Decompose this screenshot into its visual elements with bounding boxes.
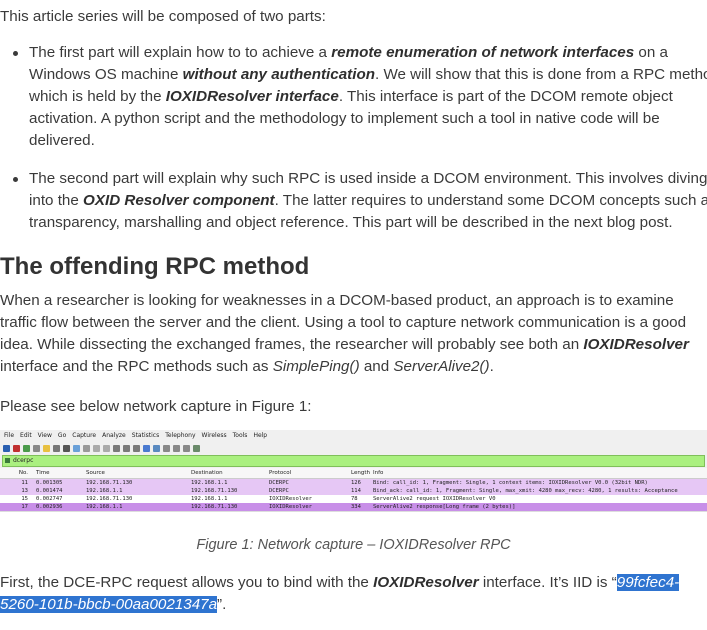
- method-serveralive2: ServerAlive2(): [393, 358, 490, 375]
- reload-icon: [73, 444, 80, 452]
- table-row: 13 0.001474 192.168.1.1 192.168.71.130 DCERP…: [0, 487, 707, 495]
- column-header: Protocol: [269, 470, 292, 476]
- capture-menu-item: Go: [57, 432, 67, 439]
- capture-menubar: File Edit View Go Capture Analyze Statistics Te…: [0, 430, 707, 442]
- network-capture-image: File Edit View Go Capture Analyze Statistics Te…: [0, 430, 707, 522]
- resize-columns-icon: [193, 444, 200, 452]
- shark-fin-icon: [3, 444, 10, 452]
- capture-menu-item: Help: [253, 432, 268, 439]
- bind-paragraph: First, the DCE-RPC request allows you to…: [0, 574, 680, 613]
- column-header: Info: [373, 470, 384, 476]
- column-header: Time: [36, 470, 50, 476]
- emphasis-remote-enumeration: remote enumeration of network interfaces: [331, 44, 635, 61]
- emphasis-without-authentication: without any authentication: [182, 66, 375, 83]
- goto-packet-icon: [113, 444, 120, 452]
- emphasis-ioxidresolver-interface: IOXIDResolver interface: [165, 88, 339, 105]
- column-header: Source: [86, 470, 105, 476]
- capture-menu-item: Wireless: [201, 432, 227, 439]
- last-packet-icon: [133, 444, 140, 452]
- column-header: No.: [18, 470, 28, 476]
- capture-menu-item: Tools: [232, 432, 248, 439]
- body-paragraph: When a researcher is looking for weaknes…: [0, 292, 689, 375]
- table-row: 17 0.002936 192.168.1.1 192.168.71.130 IOXID…: [0, 503, 707, 511]
- bullet-list: The first part will explain how to to ac…: [0, 42, 707, 250]
- figure-caption: Figure 1: Network capture – IOXIDResolve…: [196, 537, 511, 553]
- emphasis-ioxidresolver: IOXIDResolver: [583, 336, 689, 353]
- bullet-item-part-two: The second part will explain why such RP…: [13, 168, 707, 234]
- article-page: This article series will be composed of …: [0, 0, 707, 630]
- column-header: Destination: [191, 470, 223, 476]
- capture-menu-item: Edit: [20, 432, 32, 439]
- capture-menu-item: View: [37, 432, 52, 439]
- search-icon: [83, 444, 90, 452]
- save-icon: [53, 444, 60, 452]
- method-simpleping: SimplePing(): [272, 358, 360, 375]
- capture-menu-item: File: [4, 432, 15, 439]
- zoom-in-icon: [163, 444, 170, 452]
- restart-icon: [23, 444, 30, 452]
- close-file-icon: [63, 444, 70, 452]
- column-header: Length: [351, 470, 370, 476]
- open-folder-icon: [43, 444, 50, 452]
- emphasis-oxid-resolver-component: OXID Resolver component: [83, 192, 275, 209]
- autoscroll-icon: [143, 444, 150, 452]
- packet-list-header: No. Time Source Destination Protocol Len…: [0, 468, 707, 479]
- zoom-reset-icon: [183, 444, 190, 452]
- packet-list-empty-area: [0, 511, 707, 522]
- capture-menu-item: Capture: [72, 432, 97, 439]
- table-row: 11 0.001305 192.168.71.130 192.168.1.1 DCERP…: [0, 479, 707, 487]
- capture-toolbar: [0, 442, 707, 454]
- forward-arrow-icon: [103, 444, 110, 452]
- options-icon: [33, 444, 40, 452]
- first-packet-icon: [123, 444, 130, 452]
- capture-menu-item: Analyze: [102, 432, 126, 439]
- zoom-out-icon: [173, 444, 180, 452]
- colorize-icon: [153, 444, 160, 452]
- emphasis-ioxidresolver-bind: IOXIDResolver: [373, 574, 479, 591]
- back-arrow-icon: [93, 444, 100, 452]
- display-filter-field: dcerpc: [2, 455, 705, 467]
- bullet-item-part-one: The first part will explain how to to ac…: [13, 42, 707, 152]
- section-heading: The offending RPC method: [0, 253, 310, 280]
- stop-icon: [13, 444, 20, 452]
- figure-intro-paragraph: Please see below network capture in Figu…: [0, 398, 312, 415]
- capture-menu-item: Statistics: [131, 432, 160, 439]
- capture-menu-item: Telephony: [165, 432, 196, 439]
- intro-paragraph: This article series will be composed of …: [0, 8, 326, 25]
- table-row: 15 0.002747 192.168.71.130 192.168.1.1 IOXID…: [0, 495, 707, 503]
